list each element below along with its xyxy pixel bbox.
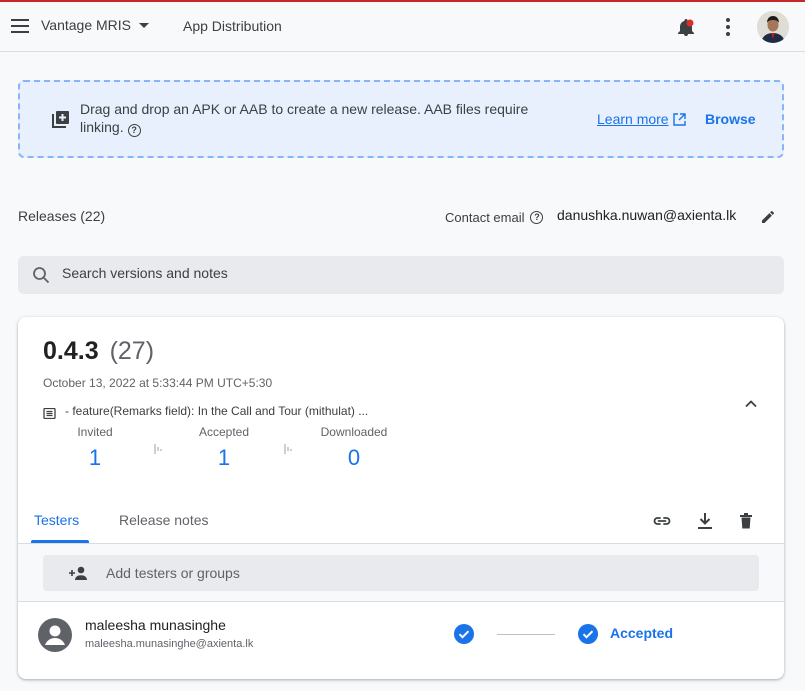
- release-notes-preview: - feature(Remarks field): In the Call an…: [65, 404, 369, 418]
- add-person-icon: [68, 565, 88, 581]
- search-icon: [32, 266, 50, 284]
- download-icon[interactable]: [694, 510, 716, 532]
- add-testers-row: Add testers or groups: [18, 544, 784, 602]
- stat-value: 1: [217, 445, 231, 470]
- release-tabs: Testers Release notes: [18, 502, 784, 544]
- dropzone-text: Drag and drop an APK or AAB to create a …: [80, 100, 570, 137]
- dropzone-message: Drag and drop an APK or AAB to create a …: [80, 101, 529, 135]
- release-dropzone[interactable]: Drag and drop an APK or AAB to create a …: [18, 80, 784, 158]
- status-connector: [497, 634, 555, 635]
- stat-value: 0: [347, 445, 361, 470]
- search-input[interactable]: [62, 265, 762, 281]
- tester-status: Accepted: [610, 625, 674, 641]
- link-icon[interactable]: [651, 510, 673, 532]
- browse-button[interactable]: Browse: [705, 111, 756, 127]
- release-date: October 13, 2022 at 5:33:44 PM UTC+5:30: [43, 376, 273, 390]
- tab-release-notes[interactable]: Release notes: [119, 512, 209, 528]
- notes-icon: [43, 406, 56, 420]
- stat-downloaded: Downloaded 0: [314, 425, 394, 471]
- contact-email-value: danushka.nuwan@axienta.lk: [557, 207, 737, 223]
- tester-row: maleesha munasinghe maleesha.munasinghe@…: [18, 602, 784, 668]
- stat-accepted: Accepted 1: [191, 425, 257, 471]
- menu-icon[interactable]: [11, 19, 29, 33]
- learn-more-link[interactable]: Learn more: [597, 111, 686, 127]
- account-circle-icon: [38, 618, 72, 652]
- search-bar: [18, 256, 784, 294]
- stat-value: 1: [88, 445, 102, 470]
- check-circle-icon: [578, 624, 598, 644]
- build-number: (27): [109, 337, 155, 365]
- chevron-up-icon[interactable]: [744, 397, 758, 411]
- more-vert-icon[interactable]: [725, 18, 731, 38]
- notifications-icon[interactable]: [676, 18, 696, 38]
- chevron-down-icon: [139, 22, 150, 28]
- stat-label: Invited: [77, 425, 113, 439]
- top-app-bar: Vantage MRIS App Distribution: [0, 2, 805, 52]
- section-title: App Distribution: [183, 18, 282, 34]
- stat-divider-icon: [154, 444, 162, 454]
- open-in-new-icon: [672, 112, 686, 126]
- stat-label: Accepted: [198, 425, 250, 439]
- learn-more-label: Learn more: [597, 111, 669, 127]
- check-circle-icon: [454, 624, 474, 644]
- releases-count: Releases (22): [18, 208, 106, 224]
- delete-icon[interactable]: [735, 510, 757, 532]
- version-number: 0.4.3: [43, 337, 99, 365]
- contact-email-label: Contact email ?: [445, 210, 544, 225]
- project-name: Vantage MRIS: [41, 17, 132, 33]
- stat-divider-icon: [284, 444, 292, 454]
- help-icon[interactable]: ?: [127, 124, 141, 137]
- add-testers-placeholder: Add testers or groups: [106, 565, 240, 581]
- help-icon[interactable]: ?: [530, 211, 544, 224]
- avatar[interactable]: [757, 11, 789, 43]
- stat-invited: Invited 1: [70, 425, 120, 471]
- add-testers-field[interactable]: Add testers or groups: [43, 555, 759, 591]
- release-card: 0.4.3 (27) October 13, 2022 at 5:33:44 P…: [18, 317, 784, 679]
- active-tab-indicator: [31, 540, 89, 543]
- add-to-queue-icon: [52, 110, 70, 128]
- stat-label: Downloaded: [320, 425, 388, 439]
- contact-label-text: Contact email: [445, 210, 525, 225]
- edit-icon[interactable]: [760, 209, 776, 225]
- tester-name: maleesha munasinghe: [85, 617, 226, 633]
- tab-testers[interactable]: Testers: [34, 512, 79, 528]
- release-version: 0.4.3 (27): [43, 337, 154, 366]
- project-selector[interactable]: Vantage MRIS: [41, 17, 150, 33]
- tester-email: maleesha.munasinghe@axienta.lk: [85, 638, 254, 650]
